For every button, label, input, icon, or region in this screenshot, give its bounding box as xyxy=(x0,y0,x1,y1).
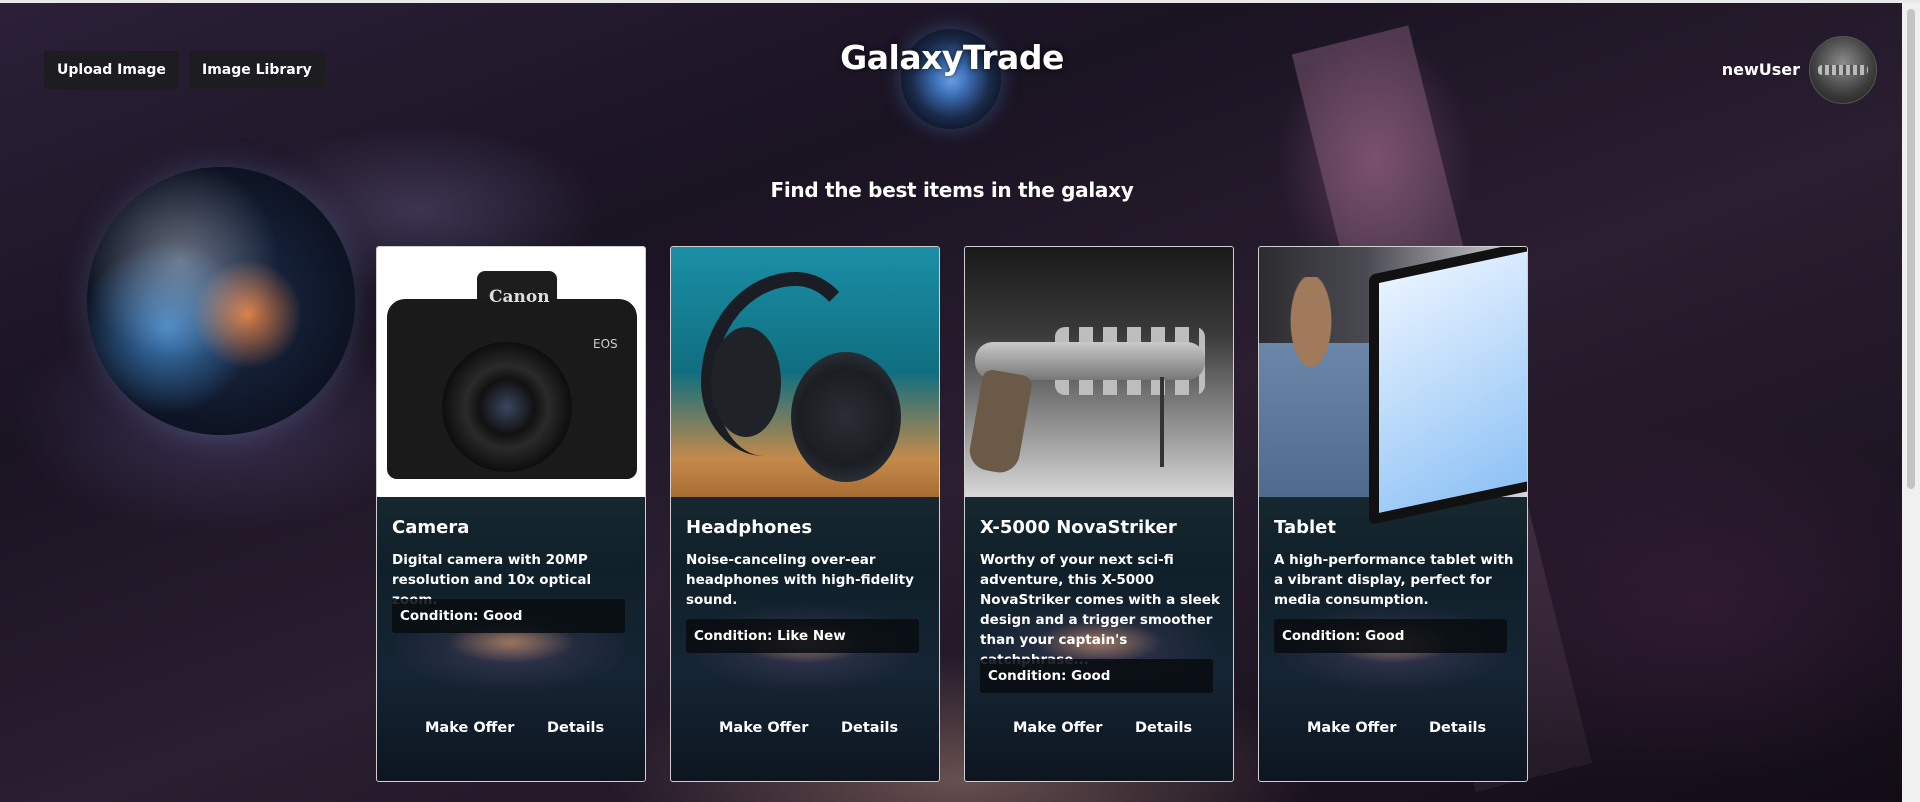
camera-brand-text: Canon xyxy=(489,287,550,307)
headphones-image[interactable] xyxy=(671,247,939,497)
condition-badge: Condition: Good xyxy=(980,659,1213,693)
product-description: Worthy of your next sci-fi adventure, th… xyxy=(980,552,1220,668)
headphones-right-cup xyxy=(791,352,901,482)
page-scrollbar[interactable] xyxy=(1902,3,1920,802)
camera-image[interactable]: Canon EOS xyxy=(377,247,645,497)
site-logo[interactable]: GalaxyTrade xyxy=(0,38,1904,77)
product-name: Camera xyxy=(392,517,470,538)
details-button[interactable]: Details xyxy=(547,720,604,736)
product-card-tablet: Tablet A high-performance tablet with a … xyxy=(1258,246,1528,782)
product-description: Noise-canceling over-ear headphones with… xyxy=(686,552,914,608)
condition-badge: Condition: Good xyxy=(392,599,625,633)
product-name: Headphones xyxy=(686,517,813,538)
condition-badge: Condition: Good xyxy=(1274,619,1507,653)
condition-badge: Condition: Like New xyxy=(686,619,919,653)
blaster-image[interactable] xyxy=(965,247,1233,497)
headphones-left-cup xyxy=(711,327,781,437)
blaster-grip xyxy=(966,368,1034,476)
product-name: X-5000 NovaStriker xyxy=(980,517,1177,538)
product-grid: Canon EOS Camera Digital camera with 20M… xyxy=(376,246,1528,782)
tablet-screen xyxy=(1369,247,1527,526)
camera-model-text: EOS xyxy=(593,337,618,351)
product-card-novastriker: X-5000 NovaStriker Worthy of your next s… xyxy=(964,246,1234,782)
product-name: Tablet xyxy=(1274,517,1336,538)
camera-lens xyxy=(442,342,572,472)
page-tagline: Find the best items in the galaxy xyxy=(770,178,1134,202)
details-button[interactable]: Details xyxy=(1135,720,1192,736)
product-card-camera: Canon EOS Camera Digital camera with 20M… xyxy=(376,246,646,782)
details-button[interactable]: Details xyxy=(1429,720,1486,736)
product-description: A high-performance tablet with a vibrant… xyxy=(1274,552,1514,608)
make-offer-button[interactable]: Make Offer xyxy=(719,720,808,736)
make-offer-button[interactable]: Make Offer xyxy=(1013,720,1102,736)
scrollbar-thumb[interactable] xyxy=(1907,9,1915,489)
blaster-stand xyxy=(1160,377,1164,467)
make-offer-button[interactable]: Make Offer xyxy=(1307,720,1396,736)
browser-top-edge xyxy=(0,0,1920,3)
avatar-blaster-icon xyxy=(1818,65,1868,75)
planet-decoration xyxy=(87,167,355,435)
tablet-image[interactable] xyxy=(1259,247,1527,526)
user-avatar[interactable] xyxy=(1809,36,1877,104)
product-card-headphones: Headphones Noise-canceling over-ear head… xyxy=(670,246,940,782)
details-button[interactable]: Details xyxy=(841,720,898,736)
make-offer-button[interactable]: Make Offer xyxy=(425,720,514,736)
username-label[interactable]: newUser xyxy=(1722,60,1800,79)
